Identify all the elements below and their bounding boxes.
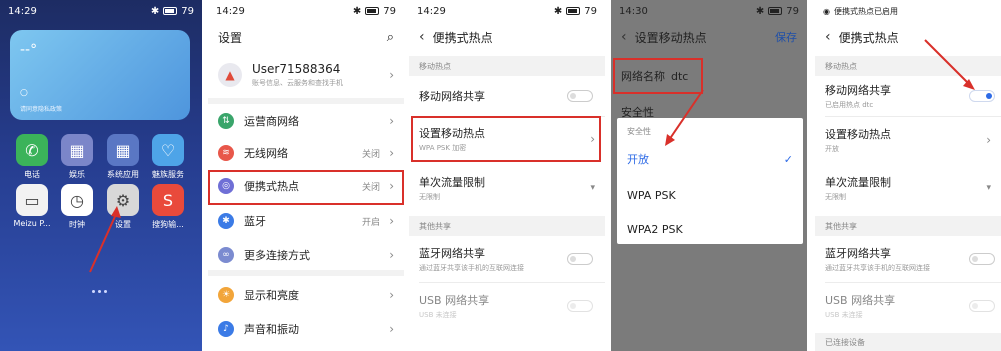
settings-panel: 14:29 ✱ 79 设置 ⌕ ▲ User71588364 账号信息、云服务和查… (208, 0, 404, 351)
settings-item-display[interactable]: ☀ 显示和亮度 › (208, 280, 404, 310)
settings-item-label: 更多连接方式 (244, 249, 310, 262)
chevron-right-icon: › (389, 214, 394, 228)
usb-share-row[interactable]: USB 网络共享 USB 未连接 (409, 286, 605, 326)
battery-level: 79 (584, 5, 597, 17)
usb-share-sub: USB 未连接 (419, 311, 457, 319)
account-row[interactable]: ▲ User71588364 账号信息、云服务和查找手机 › (208, 55, 404, 95)
highlight-box (411, 116, 601, 162)
page-title: 设置 (218, 30, 243, 45)
data-limit-label: 单次流量限制 (419, 176, 485, 189)
usb-share-toggle[interactable] (567, 300, 593, 312)
section-header: 移动热点 (409, 56, 605, 76)
home-screen-panel: 14:29 ✱ 79 --° ○ 请同意隐私政策 ✆ 电话 ▦ 娱乐 ▦ 系统应用 ♡ 魅族服务… (0, 0, 202, 351)
mobile-share-toggle[interactable] (567, 90, 593, 102)
setup-hotspot-panel: 14:30 ✱ 79 ‹ 设置移动热点 保存 网络名称 dtc 安全性 安全性 开… (611, 0, 807, 351)
bluetooth-share-label: 蓝牙网络共享 (419, 247, 485, 260)
bluetooth-status-icon: ✱ (553, 5, 563, 17)
dropdown-arrow-icon: ▾ (590, 183, 595, 193)
status-bar: 14:29 ✱ 79 (208, 0, 404, 22)
bluetooth-share-toggle[interactable] (567, 253, 593, 265)
user-name: User71588364 (252, 62, 341, 76)
chevron-right-icon: › (389, 248, 394, 262)
divider (208, 270, 404, 276)
data-limit-row[interactable]: 单次流量限制无限制 ▾ (409, 168, 605, 208)
settings-item-label: 无线网络 (244, 147, 288, 160)
hotspot-header: ‹ 便携式热点 (409, 22, 605, 52)
bluetooth-share-row[interactable]: 蓝牙网络共享通过蓝牙共享该手机的互联网连接 (409, 238, 605, 280)
settings-item-wifi[interactable]: ≋ 无线网络 关闭 › (208, 138, 404, 168)
divider (208, 98, 404, 104)
battery-level: 79 (383, 5, 396, 17)
annotation-arrow (924, 39, 975, 90)
divider (419, 282, 605, 283)
settings-item-value: 开启 (361, 217, 380, 228)
hotspot-panel: 14:29 ✱ 79 ‹ 便携式热点 移动热点 移动网络共享 设置移动热点 WPA … (409, 0, 605, 351)
mobile-share-label: 移动网络共享 (419, 90, 485, 103)
battery-icon (566, 7, 581, 15)
settings-item-carrier[interactable]: ⇅ 运营商网络 › (208, 106, 404, 136)
settings-item-label: 运营商网络 (244, 115, 299, 128)
status-time: 14:29 (216, 5, 245, 17)
section-header: 其他共享 (409, 216, 605, 236)
link-icon: ∞ (218, 247, 234, 263)
settings-header: 设置 ⌕ (208, 22, 404, 52)
chevron-right-icon: › (389, 114, 394, 128)
settings-item-sound[interactable]: ♪ 声音和振动 › (208, 314, 404, 344)
status-time: 14:29 (417, 5, 446, 17)
page-title: 便携式热点 (432, 30, 493, 45)
status-bar: 14:29 ✱ 79 (409, 0, 605, 22)
chevron-right-icon: › (389, 146, 394, 160)
bluetooth-share-sub: 通过蓝牙共享该手机的互联网连接 (419, 264, 524, 272)
sound-icon: ♪ (218, 321, 234, 337)
battery-icon (365, 7, 380, 15)
chevron-right-icon: › (389, 322, 394, 336)
bluetooth-icon: ✱ (218, 213, 234, 229)
settings-item-link[interactable]: ∞ 更多连接方式 › (208, 240, 404, 270)
display-icon: ☀ (218, 287, 234, 303)
avatar: ▲ (218, 63, 242, 87)
back-arrow-icon[interactable]: ‹ (419, 29, 425, 45)
settings-item-value: 关闭 (361, 149, 380, 160)
bluetooth-status-icon: ✱ (352, 5, 362, 17)
chevron-right-icon: › (389, 68, 394, 82)
settings-item-label: 蓝牙 (244, 215, 266, 228)
user-description: 账号信息、云服务和查找手机 (252, 79, 343, 87)
hotspot-enabled-panel: ◉ 便携式热点已启用 ‹ 便携式热点 移动热点 移动网络共享 已启用热点 dtc … (815, 0, 1001, 351)
highlight-box (208, 170, 404, 205)
mobile-share-row[interactable]: 移动网络共享 (409, 78, 605, 114)
settings-item-label: 显示和亮度 (244, 289, 299, 302)
annotation-arrow (665, 89, 704, 146)
chevron-right-icon: › (389, 288, 394, 302)
carrier-icon: ⇅ (218, 113, 234, 129)
wifi-icon: ≋ (218, 145, 234, 161)
settings-item-label: 声音和振动 (244, 323, 299, 336)
data-limit-sub: 无限制 (419, 193, 440, 201)
search-icon[interactable]: ⌕ (387, 30, 394, 45)
settings-item-bluetooth[interactable]: ✱ 蓝牙 开启 › (208, 206, 404, 236)
usb-share-label: USB 网络共享 (419, 294, 490, 307)
annotation-arrow (89, 206, 121, 273)
